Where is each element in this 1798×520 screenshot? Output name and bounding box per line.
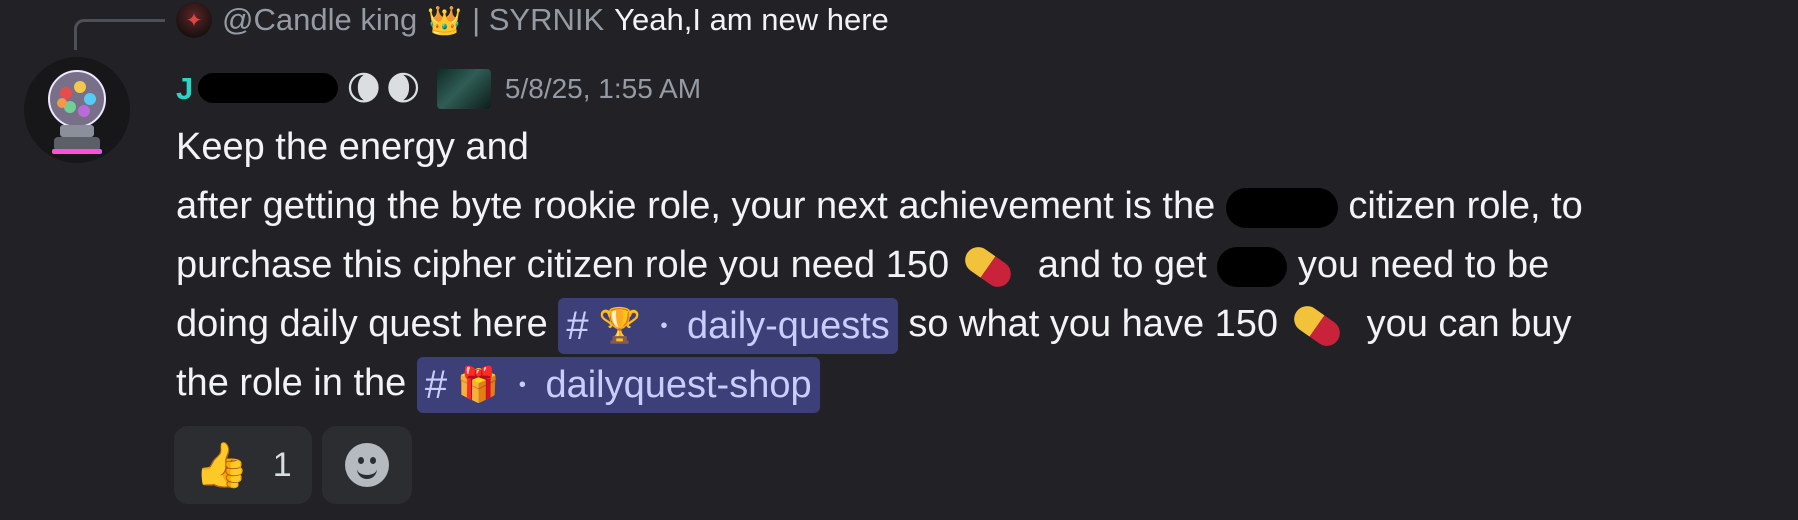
redacted-username <box>198 73 338 103</box>
reply-server-tag: | SYRNIK <box>472 2 605 37</box>
message-text: you need to be <box>1297 244 1550 286</box>
author-avatar[interactable] <box>24 57 130 163</box>
channel-hash-icon: # <box>424 362 448 407</box>
reaction-count: 1 <box>272 445 292 484</box>
gift-emoji: 🎁 <box>457 365 500 404</box>
message-text: purchase this cipher citizen role you ne… <box>176 244 950 286</box>
crown-emoji: 👑 <box>427 4 463 36</box>
pill-icon <box>965 247 1011 287</box>
message-text: citizen role, to <box>1348 185 1583 227</box>
trophy-emoji: 🏆 <box>598 306 641 345</box>
channel-separator: ・ <box>509 369 536 400</box>
reaction-bar: 👍 1 <box>174 426 412 504</box>
channel-mention-daily-quests[interactable]: # 🏆 ・ daily-quests <box>558 297 898 354</box>
redacted-text <box>1225 187 1338 228</box>
thumbs-up-icon: 👍 <box>194 441 249 490</box>
message-line-4: doing daily quest here # 🏆 ・ daily-quest… <box>176 295 1776 354</box>
message-view: ✦ @Candle king 👑 | SYRNIK Yeah,I am new … <box>0 0 1798 520</box>
channel-separator: ・ <box>650 310 677 341</box>
message-text: so what you have 150 <box>908 303 1279 345</box>
reply-text[interactable]: Yeah,I am new here <box>614 2 889 38</box>
author-username[interactable]: J <box>176 69 338 109</box>
reaction-thumbs-up[interactable]: 👍 1 <box>174 426 312 504</box>
message-line-3: purchase this cipher citizen role you ne… <box>176 236 1776 295</box>
channel-name: dailyquest-shop <box>545 363 812 406</box>
message-text: and to get <box>1037 244 1207 286</box>
clan-badge-icon[interactable] <box>436 69 491 109</box>
reply-author[interactable]: @Candle king <box>222 2 417 38</box>
channel-name: daily-quests <box>687 304 890 347</box>
add-reaction-button[interactable] <box>321 426 412 504</box>
channel-mention-dailyquest-shop[interactable]: # 🎁 ・ dailyquest-shop <box>416 356 820 413</box>
message-text: doing daily quest here <box>176 303 548 345</box>
reply-avatar[interactable]: ✦ <box>176 2 212 38</box>
message-text: you can buy <box>1366 303 1572 345</box>
gumball-avatar-icon <box>48 70 106 154</box>
message-line-1: Keep the energy and <box>176 118 1776 177</box>
message-text: after getting the byte rookie role, your… <box>176 185 1216 227</box>
message-line-5: the role in the # 🎁 ・ dailyquest-shop <box>176 354 1776 413</box>
moon-emojis: 🌘🌒 <box>346 70 425 108</box>
add-reaction-icon <box>344 443 389 487</box>
message-content: Keep the energy and after getting the by… <box>176 118 1776 413</box>
message-text: Keep the energy and <box>176 126 529 168</box>
message-line-2: after getting the byte rookie role, your… <box>176 177 1776 236</box>
reply-connector-line <box>74 19 165 50</box>
message-timestamp[interactable]: 5/8/25, 1:55 AM <box>505 73 701 105</box>
reply-preview[interactable]: ✦ @Candle king 👑 | SYRNIK Yeah,I am new … <box>176 0 889 40</box>
pill-icon <box>1294 306 1340 346</box>
message-header: J 🌘🌒 5/8/25, 1:55 AM <box>176 62 701 116</box>
redacted-text <box>1217 246 1288 287</box>
channel-hash-icon: # <box>566 303 589 348</box>
message-text: the role in the <box>176 362 407 404</box>
